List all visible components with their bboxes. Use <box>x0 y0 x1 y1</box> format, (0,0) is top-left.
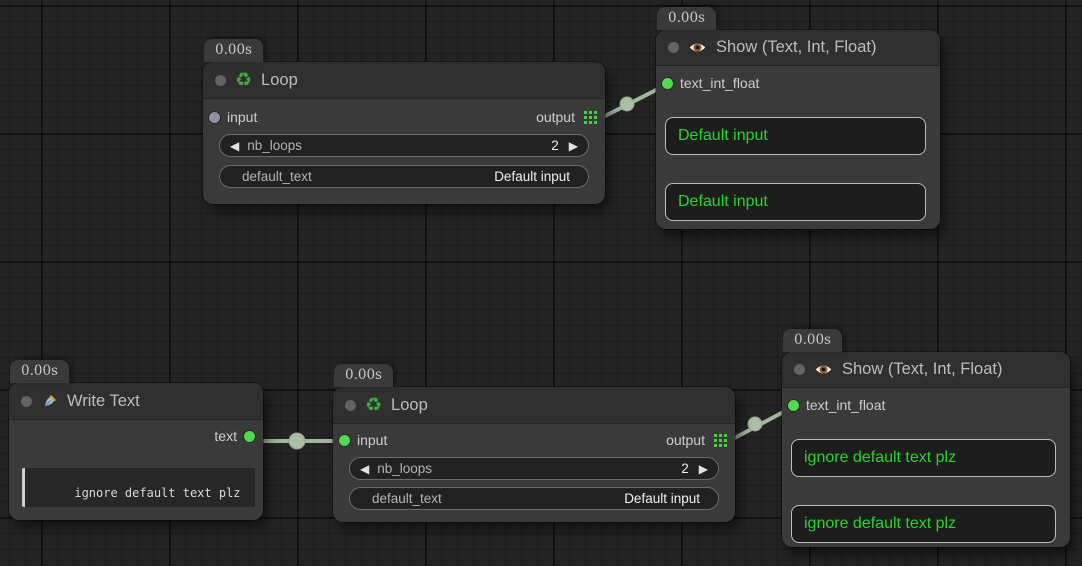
input-slot-label: input <box>357 432 387 448</box>
collapse-dot-icon[interactable] <box>215 75 226 86</box>
show-text-box[interactable]: ignore default text plz <box>791 439 1056 477</box>
node-title: Loop <box>261 71 298 90</box>
output-slot-grid-icon[interactable] <box>584 111 597 124</box>
node-title-bar[interactable]: Write Text <box>9 383 263 420</box>
collapse-dot-icon[interactable] <box>345 400 356 411</box>
input-slot[interactable] <box>209 112 220 123</box>
node-title: Write Text <box>67 392 140 411</box>
node-show-bottom[interactable]: 0.00s Show (Text, Int, Float) text_int_f… <box>782 352 1070 547</box>
node-loop-bottom[interactable]: 0.00s ♻ Loop input output ◀ nb_loops 2 <box>333 387 735 522</box>
decrement-arrow-icon[interactable]: ◀ <box>360 463 369 475</box>
link-midpoint-dot[interactable] <box>289 433 305 449</box>
show-text-box[interactable]: Default input <box>665 117 926 155</box>
widget-label: default_text <box>372 491 442 506</box>
node-title: Loop <box>391 396 428 415</box>
recycle-icon: ♻ <box>235 71 252 90</box>
show-text-value: Default input <box>678 193 768 211</box>
widget-label: default_text <box>242 169 312 184</box>
collapse-dot-icon[interactable] <box>794 364 805 375</box>
input-slot[interactable] <box>788 400 799 411</box>
decrement-arrow-icon[interactable]: ◀ <box>230 140 239 152</box>
node-show-top[interactable]: 0.00s Show (Text, Int, Float) text_int_f… <box>656 30 940 229</box>
fountain-pen-icon <box>41 393 58 410</box>
increment-arrow-icon[interactable]: ▶ <box>569 140 578 152</box>
execution-time-badge: 0.00s <box>204 39 263 62</box>
input-slot-label: text_int_float <box>806 397 885 413</box>
show-text-box[interactable]: Default input <box>665 183 926 221</box>
widget-value: Default input <box>494 169 570 184</box>
show-text-box[interactable]: ignore default text plz <box>791 505 1056 543</box>
execution-time-badge: 0.00s <box>334 364 393 387</box>
default-text-widget[interactable]: default_text Default input <box>349 487 719 510</box>
output-slot-grid-icon[interactable] <box>714 434 727 447</box>
widget-label: nb_loops <box>377 461 432 476</box>
recycle-icon: ♻ <box>365 396 382 415</box>
nb-loops-widget[interactable]: ◀ nb_loops 2 ▶ <box>349 457 719 480</box>
input-slot[interactable] <box>339 435 350 446</box>
link-midpoint-dot[interactable] <box>620 97 634 111</box>
execution-time-badge: 0.00s <box>783 329 842 352</box>
eye-icon <box>814 363 833 376</box>
node-title-bar[interactable]: Show (Text, Int, Float) <box>782 352 1070 388</box>
execution-time-badge: 0.00s <box>657 7 716 30</box>
text-input-area[interactable]: ignore default text plz <box>22 468 255 507</box>
node-title-bar[interactable]: ♻ Loop <box>333 387 735 424</box>
text-input-value: ignore default text plz <box>74 486 240 500</box>
input-slot[interactable] <box>662 78 673 89</box>
node-title-bar[interactable]: ♻ Loop <box>203 62 605 99</box>
node-title: Show (Text, Int, Float) <box>716 38 876 57</box>
show-text-value: Default input <box>678 127 768 145</box>
widget-value: 2 <box>681 461 689 476</box>
eye-icon <box>688 41 707 54</box>
output-slot[interactable] <box>244 431 255 442</box>
node-title-bar[interactable]: Show (Text, Int, Float) <box>656 30 940 66</box>
output-slot-label: output <box>666 432 705 448</box>
collapse-dot-icon[interactable] <box>21 396 32 407</box>
nb-loops-widget[interactable]: ◀ nb_loops 2 ▶ <box>219 134 589 157</box>
node-loop-top[interactable]: 0.00s ♻ Loop input output ◀ nb_loops 2 <box>203 62 605 204</box>
show-text-value: ignore default text plz <box>804 449 956 467</box>
output-slot-label: output <box>536 109 575 125</box>
input-slot-label: input <box>227 109 257 125</box>
collapse-dot-icon[interactable] <box>668 42 679 53</box>
default-text-widget[interactable]: default_text Default input <box>219 165 589 188</box>
node-graph-canvas[interactable]: 0.00s ♻ Loop input output ◀ nb_loops 2 <box>0 0 1082 566</box>
widget-value: 2 <box>551 138 559 153</box>
widget-value: Default input <box>624 491 700 506</box>
execution-time-badge: 0.00s <box>10 360 69 383</box>
output-slot-label: text <box>214 428 237 444</box>
link-midpoint-dot[interactable] <box>748 417 762 431</box>
node-title: Show (Text, Int, Float) <box>842 360 1002 379</box>
show-text-value: ignore default text plz <box>804 515 956 533</box>
increment-arrow-icon[interactable]: ▶ <box>699 463 708 475</box>
node-write-text[interactable]: 0.00s Write Text text ignore default tex… <box>9 383 263 520</box>
widget-label: nb_loops <box>247 138 302 153</box>
input-slot-label: text_int_float <box>680 75 759 91</box>
